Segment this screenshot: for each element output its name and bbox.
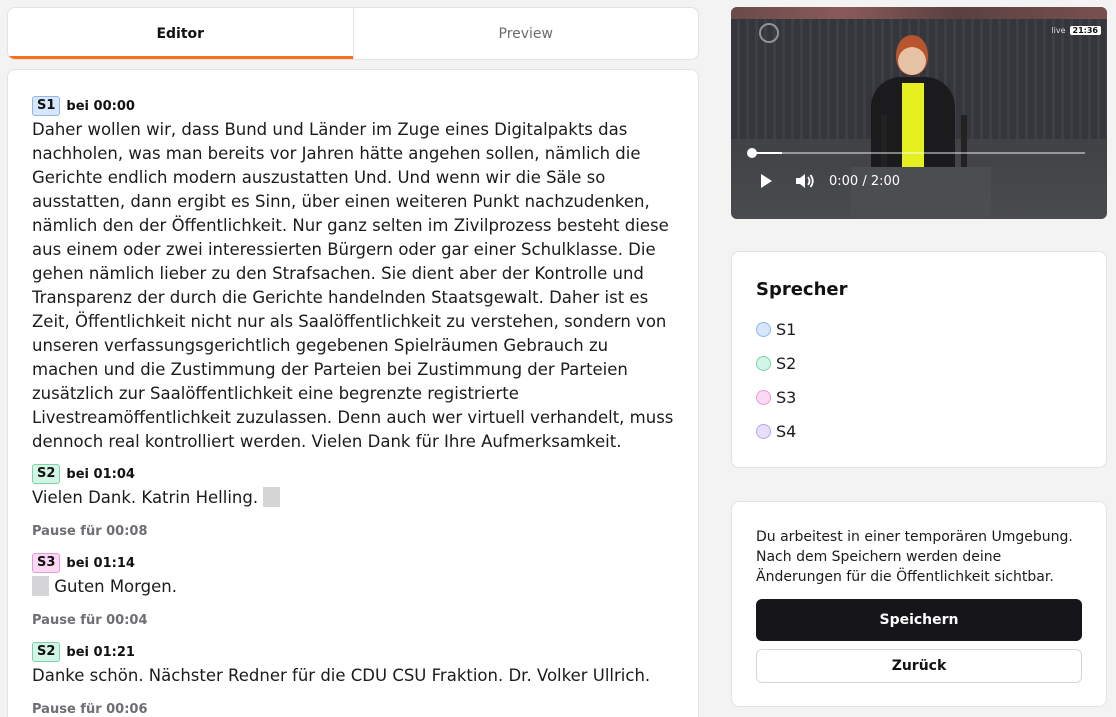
- live-label: live: [1051, 25, 1066, 35]
- speaker-badge[interactable]: S2: [32, 642, 61, 662]
- speaker-color-dot: [756, 423, 771, 439]
- speaker-item-s3[interactable]: S3: [756, 380, 1082, 414]
- speaker-item-s1[interactable]: S1: [756, 312, 1082, 346]
- segment-time: bei 01:04: [66, 466, 135, 482]
- speaker-label: S4: [776, 421, 797, 441]
- live-indicator: live 21:36: [1051, 24, 1101, 36]
- speaker-badge[interactable]: S3: [32, 553, 61, 573]
- segment-time: bei 01:21: [66, 644, 135, 660]
- segment-header: S3 bei 01:14: [32, 553, 674, 573]
- pause-label: Pause für 00:06: [32, 702, 148, 717]
- speaker-item-s2[interactable]: S2: [756, 346, 1082, 380]
- speaker-label: S3: [776, 387, 797, 407]
- speaker-item-s4[interactable]: S4: [756, 414, 1082, 448]
- segment-text[interactable]: Daher wollen wir, dass Bund und Länder i…: [32, 118, 674, 454]
- segment-text-content: Guten Morgen.: [54, 577, 177, 596]
- speaker-badge[interactable]: S2: [32, 464, 61, 484]
- pause-label: Pause für 00:08: [32, 524, 148, 539]
- segment-text[interactable]: Vielen Dank. Katrin Helling.: [32, 486, 674, 510]
- microphone-right: [961, 115, 967, 167]
- segment-time: bei 01:14: [66, 555, 135, 571]
- transcript-editor[interactable]: S1 bei 00:00 Daher wollen wir, dass Bund…: [7, 69, 699, 717]
- temp-environment-notice: Du arbeitest in einer temporären Umgebun…: [756, 529, 1073, 585]
- volume-icon[interactable]: [795, 173, 815, 189]
- speaker-color-dot: [756, 321, 771, 337]
- back-button[interactable]: Zurück: [756, 649, 1082, 683]
- speaker-shirt: [902, 83, 924, 169]
- silence-marker: [263, 487, 281, 507]
- segment-header: S2 bei 01:21: [32, 642, 674, 662]
- video-progress-bar[interactable]: [747, 148, 1085, 158]
- speakers-title: Sprecher: [756, 279, 848, 300]
- broadcast-clock: 21:36: [1069, 25, 1101, 35]
- speaker-head: [896, 35, 928, 75]
- segment-text[interactable]: Guten Morgen.: [32, 575, 674, 599]
- segment-text[interactable]: Danke schön. Nächster Redner für die CDU…: [32, 664, 674, 688]
- segment-header: S2 bei 01:04: [32, 464, 674, 484]
- bundestag-eagle-icon: [759, 23, 779, 43]
- microphone-left: [881, 115, 887, 167]
- play-icon[interactable]: [761, 174, 772, 188]
- video-time: 0:00 / 2:00: [829, 173, 901, 189]
- speaker-badge[interactable]: S1: [32, 96, 61, 116]
- speaker-color-dot: [756, 389, 771, 405]
- segment-text-content: Vielen Dank. Katrin Helling.: [32, 488, 259, 507]
- silence-marker: [32, 576, 49, 596]
- video-controls: 0:00 / 2:00: [761, 173, 900, 189]
- video-progress-knob[interactable]: [747, 148, 757, 158]
- speaker-color-dot: [756, 355, 771, 371]
- save-button[interactable]: Speichern: [756, 599, 1082, 641]
- editor-tabs: Editor Preview: [7, 7, 699, 60]
- video-player[interactable]: live 21:36 0:00 / 2:00: [731, 7, 1107, 219]
- speakers-panel: Sprecher S1 S2 S3 S4: [731, 251, 1107, 468]
- pause-label: Pause für 00:04: [32, 613, 148, 628]
- video-frame-band: [731, 7, 1107, 19]
- speaker-label: S2: [776, 353, 797, 373]
- save-panel: Du arbeitest in einer temporären Umgebun…: [731, 501, 1107, 707]
- segment-header: S1 bei 00:00: [32, 96, 674, 116]
- speaker-label: S1: [776, 319, 797, 339]
- tab-editor[interactable]: Editor: [8, 8, 353, 59]
- tab-preview[interactable]: Preview: [352, 8, 699, 59]
- segment-time: bei 00:00: [66, 98, 135, 114]
